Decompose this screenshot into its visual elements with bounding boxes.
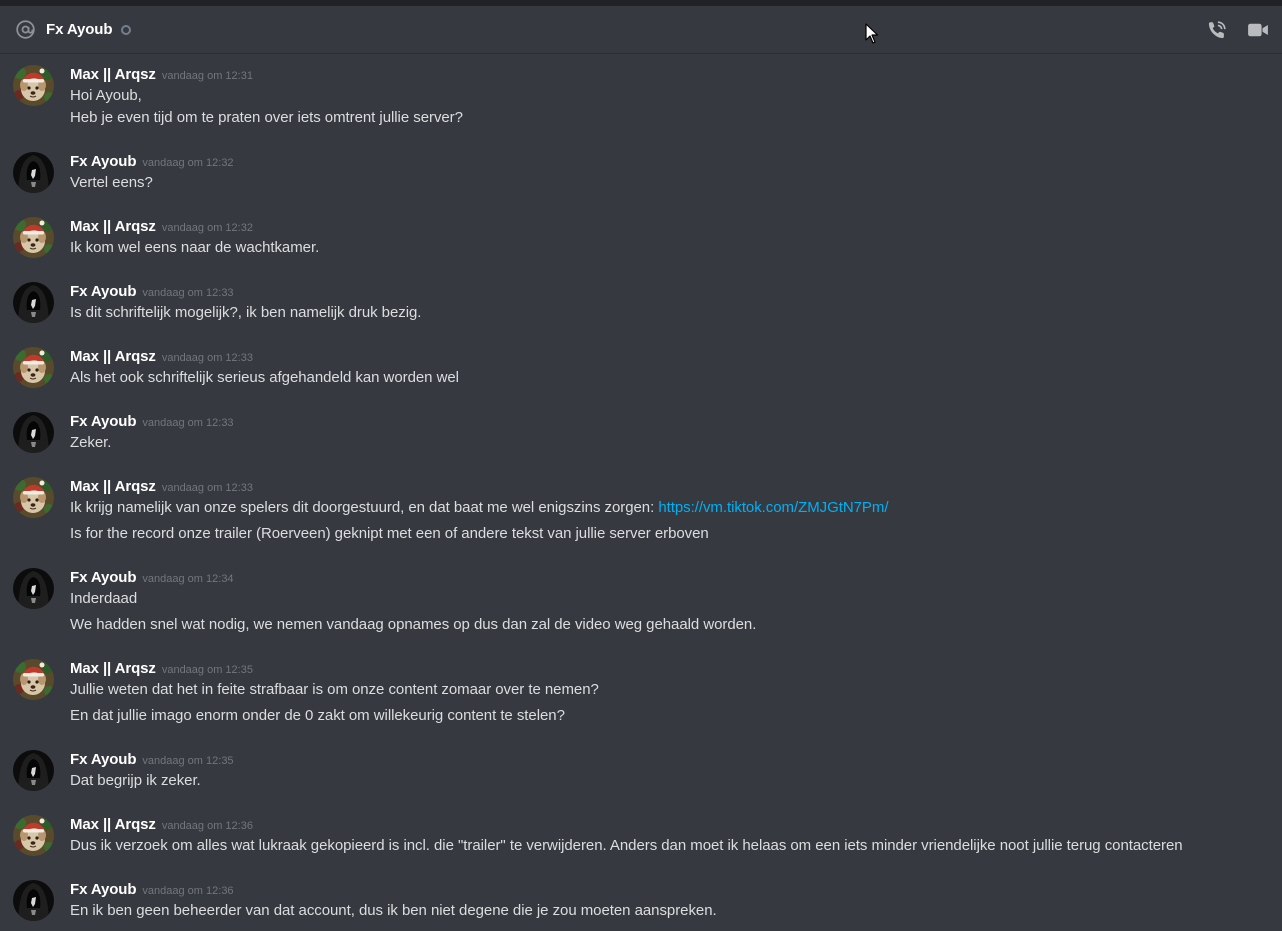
timestamp: vandaag om 12:33 xyxy=(142,287,234,299)
message-header: Fx Ayoub vandaag om 12:35 xyxy=(70,750,234,770)
hooded-figure-avatar[interactable] xyxy=(13,750,54,791)
message-header: Max || Arqsz vandaag om 12:33 xyxy=(70,347,253,367)
hooded-figure-avatar[interactable] xyxy=(13,152,54,193)
hooded-figure-avatar[interactable] xyxy=(13,880,54,921)
message-text: Heb je even tijd om te praten over iets … xyxy=(70,109,463,126)
video-camera-icon[interactable] xyxy=(1247,21,1269,39)
message-header: Max || Arqsz vandaag om 12:31 xyxy=(70,65,253,85)
hooded-figure-avatar-image xyxy=(13,750,54,791)
at-icon xyxy=(16,20,35,39)
christmas-dog-avatar-image xyxy=(13,217,54,258)
hooded-figure-avatar-image xyxy=(13,152,54,193)
message-text: Jullie weten dat het in feite strafbaar … xyxy=(70,681,599,698)
hooded-figure-avatar[interactable] xyxy=(13,282,54,323)
message-text: Ik krijg namelijk van onze spelers dit d… xyxy=(70,498,888,518)
christmas-dog-avatar[interactable] xyxy=(13,815,54,856)
timestamp: vandaag om 12:33 xyxy=(161,482,253,494)
author-name[interactable]: Fx Ayoub xyxy=(70,751,137,768)
author-name[interactable]: Fx Ayoub xyxy=(70,569,137,586)
message-text: Dus ik verzoek om alles wat lukraak geko… xyxy=(70,837,1183,854)
message-header: Fx Ayoub vandaag om 12:33 xyxy=(70,282,234,302)
christmas-dog-avatar-image xyxy=(13,347,54,388)
message-text: En ik ben geen beheerder van dat account… xyxy=(70,902,717,919)
hooded-figure-avatar[interactable] xyxy=(13,568,54,609)
message-text: Ik kom wel eens naar de wachtkamer. xyxy=(70,239,320,256)
message-text: Zeker. xyxy=(70,434,112,451)
hooded-figure-avatar-image xyxy=(13,282,54,323)
christmas-dog-avatar[interactable] xyxy=(13,477,54,518)
timestamp: vandaag om 12:32 xyxy=(142,157,234,169)
message-text: Is for the record onze trailer (Roerveen… xyxy=(70,525,709,542)
author-name[interactable]: Max || Arqsz xyxy=(70,660,156,677)
offline-status-icon xyxy=(121,25,131,35)
timestamp: vandaag om 12:33 xyxy=(161,352,253,364)
timestamp: vandaag om 12:36 xyxy=(161,820,253,832)
author-name[interactable]: Fx Ayoub xyxy=(70,283,137,300)
message-header: Fx Ayoub vandaag om 12:33 xyxy=(70,412,234,432)
christmas-dog-avatar-image xyxy=(13,477,54,518)
timestamp: vandaag om 12:34 xyxy=(142,573,234,585)
message-header: Fx Ayoub vandaag om 12:34 xyxy=(70,568,234,588)
message-text: Dat begrijp ik zeker. xyxy=(70,772,201,789)
hooded-figure-avatar-image xyxy=(13,568,54,609)
message-text: Vertel eens? xyxy=(70,174,153,191)
author-name[interactable]: Fx Ayoub xyxy=(70,413,137,430)
mouse-cursor-icon xyxy=(865,23,879,44)
author-name[interactable]: Max || Arqsz xyxy=(70,816,156,833)
message-text: Inderdaad xyxy=(70,590,138,607)
author-name[interactable]: Max || Arqsz xyxy=(70,66,156,83)
tiktok-link[interactable]: https://vm.tiktok.com/ZMJGtN7Pm/ xyxy=(658,499,888,516)
hooded-figure-avatar-image xyxy=(13,412,54,453)
message-text: Als het ook schriftelijk serieus afgehan… xyxy=(70,369,459,386)
author-name[interactable]: Fx Ayoub xyxy=(70,153,137,170)
message-text-prefix: Ik krijg namelijk van onze spelers dit d… xyxy=(70,499,659,516)
message-header: Max || Arqsz vandaag om 12:32 xyxy=(70,217,253,237)
christmas-dog-avatar-image xyxy=(13,65,54,106)
timestamp: vandaag om 12:35 xyxy=(142,755,234,767)
message-text: Hoi Ayoub, xyxy=(70,87,142,104)
hooded-figure-avatar[interactable] xyxy=(13,412,54,453)
author-name[interactable]: Max || Arqsz xyxy=(70,348,156,365)
channel-title: Fx Ayoub xyxy=(46,21,113,38)
timestamp: vandaag om 12:35 xyxy=(161,664,253,676)
author-name[interactable]: Fx Ayoub xyxy=(70,881,137,898)
message-text: En dat jullie imago enorm onder de 0 zak… xyxy=(70,707,565,724)
christmas-dog-avatar[interactable] xyxy=(13,347,54,388)
author-name[interactable]: Max || Arqsz xyxy=(70,478,156,495)
message-text: We hadden snel wat nodig, we nemen vanda… xyxy=(70,616,757,633)
channel-header: Fx Ayoub xyxy=(0,6,1282,54)
timestamp: vandaag om 12:31 xyxy=(161,70,253,82)
phone-call-icon[interactable] xyxy=(1206,19,1228,41)
message-header: Max || Arqsz vandaag om 12:36 xyxy=(70,815,253,835)
message-header: Max || Arqsz vandaag om 12:35 xyxy=(70,659,253,679)
timestamp: vandaag om 12:36 xyxy=(142,885,234,897)
christmas-dog-avatar[interactable] xyxy=(13,65,54,106)
timestamp: vandaag om 12:32 xyxy=(161,222,253,234)
message-text: Is dit schriftelijk mogelijk?, ik ben na… xyxy=(70,304,422,321)
message-header: Fx Ayoub vandaag om 12:36 xyxy=(70,880,234,900)
author-name[interactable]: Max || Arqsz xyxy=(70,218,156,235)
message-list: Max || Arqsz vandaag om 12:31 Hoi Ayoub, … xyxy=(0,55,1282,931)
message-header: Max || Arqsz vandaag om 12:33 xyxy=(70,477,253,497)
message-header: Fx Ayoub vandaag om 12:32 xyxy=(70,152,234,172)
timestamp: vandaag om 12:33 xyxy=(142,417,234,429)
christmas-dog-avatar-image xyxy=(13,659,54,700)
hooded-figure-avatar-image xyxy=(13,880,54,921)
christmas-dog-avatar-image xyxy=(13,815,54,856)
christmas-dog-avatar[interactable] xyxy=(13,217,54,258)
christmas-dog-avatar[interactable] xyxy=(13,659,54,700)
